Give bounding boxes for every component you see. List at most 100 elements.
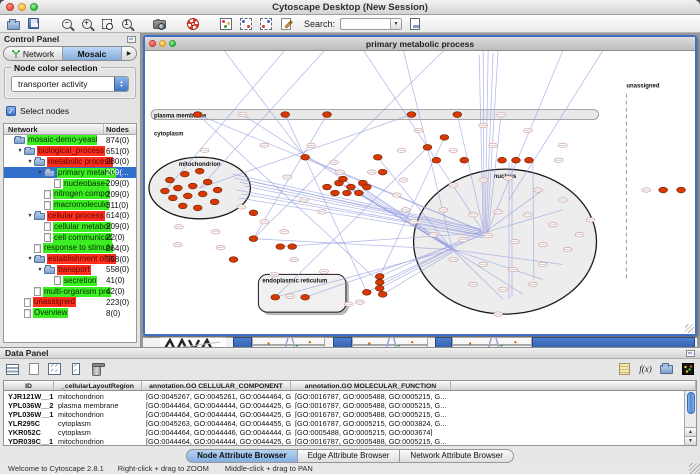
apply-layout-icon[interactable] <box>238 16 253 31</box>
network-node[interactable] <box>331 190 340 196</box>
network-node[interactable] <box>378 291 387 297</box>
column-header[interactable]: ID <box>4 381 54 390</box>
annotation-icon[interactable] <box>278 16 293 31</box>
network-node[interactable] <box>347 184 356 190</box>
table-row[interactable]: YDR039C__1mitochondrion[GO:0044464, GO:0… <box>4 436 696 445</box>
create-attribute-icon[interactable] <box>26 362 41 377</box>
network-node[interactable] <box>362 289 371 295</box>
tree-row[interactable]: multi-organism pro42(0) <box>4 286 136 297</box>
network-canvas[interactable]: plasma membranecytoplasmmitochondrionnuc… <box>145 51 695 334</box>
network-node[interactable] <box>173 185 182 191</box>
float-panel-icon[interactable] <box>686 350 695 357</box>
network-node[interactable] <box>165 177 174 183</box>
tree-row[interactable]: ▼primary metabol209(... <box>4 167 136 178</box>
network-node[interactable] <box>288 244 297 250</box>
network-node[interactable] <box>423 144 432 150</box>
tab-network-attribute-browser[interactable]: Network Attribute Browser <box>400 449 513 463</box>
tab-edge-attribute-browser[interactable]: Edge Attribute Browser <box>298 449 401 463</box>
network-node[interactable] <box>161 188 170 194</box>
open-session-icon[interactable] <box>6 16 21 31</box>
tree-row[interactable]: mosaic-demo-yeast874(0) <box>4 135 136 146</box>
network-node[interactable] <box>193 205 202 211</box>
network-node[interactable] <box>375 274 384 280</box>
network-node[interactable] <box>339 176 348 182</box>
column-header[interactable]: annotation.GO CELLULAR_COMPONENT <box>142 381 291 390</box>
tree-row[interactable]: response to stimulu264(0) <box>4 243 136 254</box>
tree-row[interactable]: ▼transport558(0) <box>4 265 136 276</box>
network-node[interactable] <box>213 187 222 193</box>
table-row[interactable]: YKR052Ccytoplasm[GO:0044464, GO:0044446,… <box>4 427 696 436</box>
network-node[interactable] <box>453 112 462 118</box>
network-node[interactable] <box>178 203 187 209</box>
zoom-out-icon[interactable]: − <box>59 16 74 31</box>
column-nodes[interactable]: Nodes <box>104 124 136 134</box>
background-window-titlebar[interactable] <box>532 337 695 347</box>
table-row[interactable]: YPL036W__2plasma membrane[GO:0044464, GO… <box>4 400 696 409</box>
network-node[interactable] <box>271 294 280 300</box>
network-node[interactable] <box>203 179 212 185</box>
search-configuration-icon[interactable] <box>407 16 422 31</box>
network-node[interactable] <box>210 199 219 205</box>
help-icon[interactable] <box>185 16 200 31</box>
select-attributes-icon[interactable]: ✓✓✓✓ <box>47 362 62 377</box>
disclosure-triangle-icon[interactable]: ▼ <box>16 148 24 154</box>
tree-row[interactable]: ▼metabolic process280(0) <box>4 157 136 168</box>
network-node[interactable] <box>407 112 416 118</box>
column-header[interactable]: _cellularLayoutRegion <box>54 381 142 390</box>
network-node[interactable] <box>249 236 258 242</box>
tree-row[interactable]: secretion41(0) <box>4 275 136 286</box>
disclosure-triangle-icon[interactable]: ▼ <box>26 256 34 262</box>
delete-attributes-icon[interactable] <box>89 362 104 377</box>
view-snapshot-icon[interactable] <box>152 16 167 31</box>
zoom-selected-region-icon[interactable] <box>99 16 114 31</box>
background-window-titlebar[interactable] <box>435 337 452 347</box>
tab-node-attribute-browser[interactable]: Node Attribute Browser <box>186 449 298 463</box>
network-node[interactable] <box>301 154 310 160</box>
disclosure-triangle-icon[interactable]: ▼ <box>26 213 34 219</box>
tree-row[interactable]: macromolecule311(0) <box>4 200 136 211</box>
tree-row[interactable]: cell communicat22(0) <box>4 232 136 243</box>
tab-network[interactable]: Network <box>4 47 63 60</box>
search-dropdown-icon[interactable]: ▼ <box>390 19 401 29</box>
tree-row[interactable]: ▼biological_process651(0) <box>4 146 136 157</box>
tree-row[interactable]: cellular metabol209(0) <box>4 221 136 232</box>
network-node[interactable] <box>249 210 258 216</box>
window-resize-grip[interactable] <box>685 324 694 333</box>
table-scrollbar[interactable]: ▲ ▼ <box>684 391 696 445</box>
network-node[interactable] <box>354 190 363 196</box>
scroll-up-icon[interactable]: ▲ <box>685 427 696 436</box>
network-node[interactable] <box>229 257 238 263</box>
column-network[interactable]: Network <box>4 124 104 134</box>
network-node[interactable] <box>375 279 384 285</box>
tree-row[interactable]: ▼cellular process614(0) <box>4 211 136 222</box>
network-node[interactable] <box>460 157 469 163</box>
network-node[interactable] <box>323 112 332 118</box>
network-node[interactable] <box>659 187 668 193</box>
import-attributes-icon[interactable] <box>659 362 674 377</box>
matrix-view-icon[interactable] <box>680 362 695 377</box>
tree-row[interactable]: nucleobase-209(0) <box>4 178 136 189</box>
save-session-icon[interactable] <box>26 16 41 31</box>
network-node[interactable] <box>343 190 352 196</box>
network-view-window[interactable]: primary metabolic process plasma membran… <box>143 35 697 336</box>
network-node[interactable] <box>323 184 332 190</box>
network-window-titlebar[interactable]: primary metabolic process <box>145 37 695 51</box>
network-node[interactable] <box>373 154 382 160</box>
network-node[interactable] <box>180 171 189 177</box>
attribute-table-icon[interactable] <box>5 362 20 377</box>
network-node[interactable] <box>195 168 204 174</box>
network-node[interactable] <box>498 157 507 163</box>
tree-row[interactable]: nitrogen compo209(0) <box>4 189 136 200</box>
network-node[interactable] <box>276 244 285 250</box>
network-node[interactable] <box>301 294 310 300</box>
select-nodes-checkbox[interactable]: ✓ <box>6 106 16 116</box>
tree-row[interactable]: unassigned223(0) <box>4 297 136 308</box>
network-node[interactable] <box>525 157 534 163</box>
window-resize-grip[interactable] <box>689 463 700 474</box>
network-node[interactable] <box>375 285 384 291</box>
notes-icon[interactable] <box>617 362 632 377</box>
float-panel-icon[interactable] <box>127 36 136 43</box>
background-window-titlebar[interactable] <box>333 337 352 347</box>
column-header[interactable]: annotation.GO MOLECULAR_FUNCTION <box>291 381 451 390</box>
network-node[interactable] <box>512 157 521 163</box>
